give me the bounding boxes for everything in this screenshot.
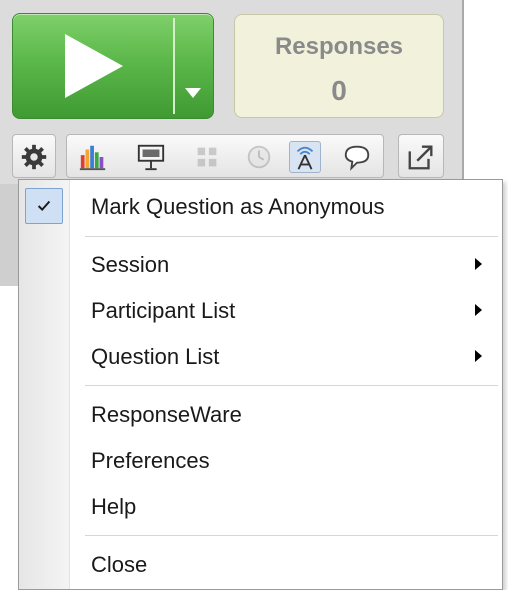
chevron-right-icon <box>475 258 482 270</box>
menu-item-label: Question List <box>91 344 220 369</box>
chevron-down-icon <box>185 88 201 98</box>
menu-item-session[interactable]: Session <box>19 242 502 286</box>
menu-item-label: Help <box>91 494 137 519</box>
display-tools-group <box>66 134 384 178</box>
menu-item-label: Close <box>91 552 148 577</box>
menu-item-question-list[interactable]: Question List <box>19 334 502 378</box>
grid-icon[interactable] <box>191 141 223 173</box>
checkmark-icon <box>25 188 63 224</box>
menu-item-label: Session <box>91 252 170 277</box>
share-export-icon <box>405 141 437 173</box>
menu-item-label: Participant List <box>91 298 236 323</box>
gear-icon <box>18 141 50 173</box>
settings-context-menu: Mark Question as Anonymous Session Parti… <box>18 179 503 590</box>
menu-item-label: ResponseWare <box>91 402 242 427</box>
start-polling-button[interactable] <box>12 13 214 119</box>
wireless-icon[interactable] <box>289 141 321 173</box>
share-button[interactable] <box>398 134 444 178</box>
menu-item-participant-list[interactable]: Participant List <box>19 288 502 332</box>
chevron-right-icon <box>475 350 482 362</box>
responses-label: Responses <box>274 33 404 60</box>
responses-count: 0 <box>331 75 347 106</box>
bar-chart-icon[interactable] <box>77 141 109 173</box>
menu-item-preferences[interactable]: Preferences <box>19 438 502 482</box>
speech-bubble-icon[interactable] <box>341 141 373 173</box>
clock-icon[interactable] <box>243 141 275 173</box>
menu-item-label: Mark Question as Anonymous <box>91 194 385 219</box>
menu-separator <box>85 385 498 386</box>
menu-separator <box>85 236 498 237</box>
chevron-right-icon <box>475 304 482 316</box>
responses-counter[interactable]: Responses 0 <box>234 14 444 118</box>
play-dropdown-button[interactable] <box>175 14 213 118</box>
menu-item-label: Preferences <box>91 448 210 473</box>
play-button[interactable] <box>13 14 173 118</box>
menu-item-responseware[interactable]: ResponseWare <box>19 392 502 436</box>
play-icon <box>65 34 123 98</box>
menu-separator <box>85 535 498 536</box>
menu-item-close[interactable]: Close <box>19 542 502 586</box>
presenter-icon[interactable] <box>135 141 167 173</box>
menu-item-mark-anonymous[interactable]: Mark Question as Anonymous <box>19 184 502 228</box>
settings-button[interactable] <box>12 134 56 178</box>
menu-item-help[interactable]: Help <box>19 484 502 528</box>
